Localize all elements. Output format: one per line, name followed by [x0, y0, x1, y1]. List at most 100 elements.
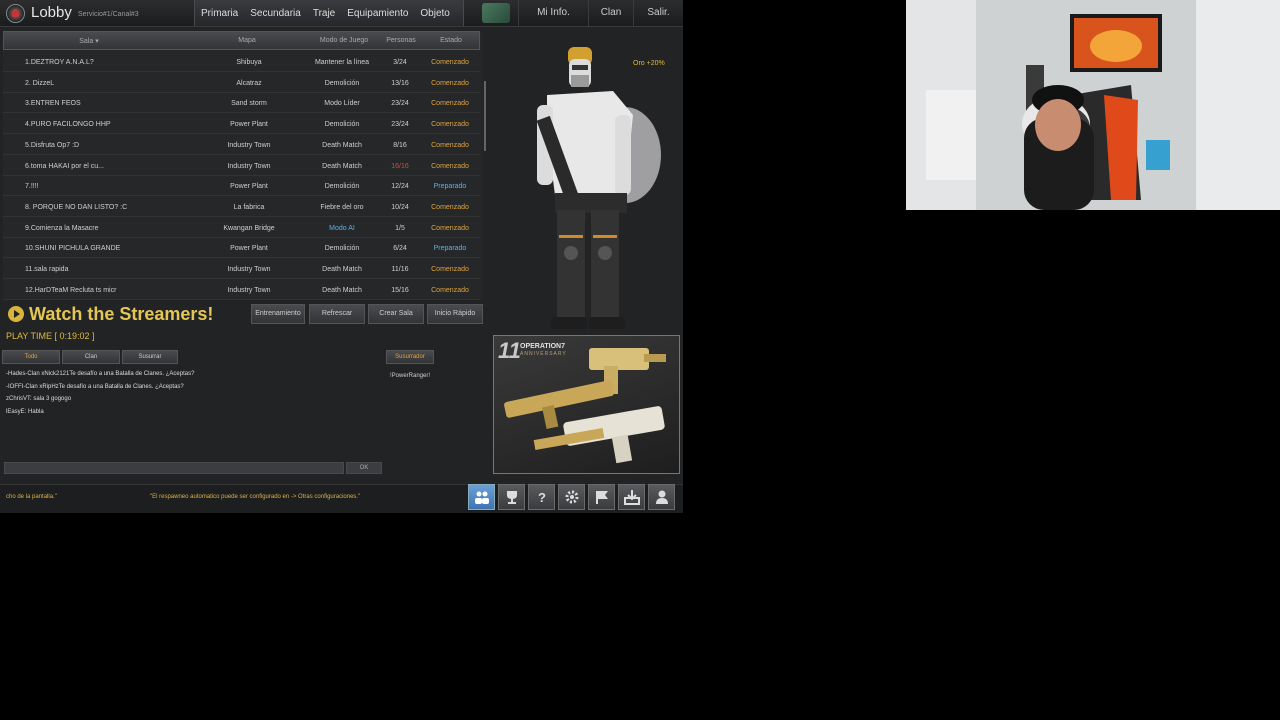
- clan-flag-button[interactable]: [588, 484, 615, 510]
- table-row[interactable]: 7.!!!! Power Plant Demolición 12/24 Preparad…: [3, 176, 480, 197]
- state-cell: Comenzado: [431, 141, 469, 149]
- map-cell: Power Plant: [230, 245, 268, 253]
- room-name-cell: 8. PORQUE NO DAN LISTO? :C: [25, 203, 128, 211]
- clan-emblem-icon[interactable]: [482, 3, 510, 23]
- state-cell: Comenzado: [431, 203, 469, 211]
- table-scrollbar[interactable]: [484, 81, 486, 151]
- room-name-cell: 5.Disfruta Op7 :D: [25, 141, 80, 149]
- create-room-button[interactable]: Crear Sala: [368, 304, 424, 324]
- players-cell: 11/16: [391, 266, 409, 273]
- players-cell: 1/5: [395, 224, 405, 232]
- nav-primary[interactable]: Primaria: [195, 8, 244, 19]
- chat-send-button[interactable]: OK: [346, 462, 382, 474]
- chat-log: -Hades-Clan xNick2121Te desafío a una Ba…: [6, 371, 386, 422]
- profile-button[interactable]: [648, 484, 675, 510]
- table-row[interactable]: 2. DizzeL Alcatraz Demolición 13/16 Comenzad…: [3, 73, 480, 93]
- chat-tab-whisper[interactable]: Susurrar: [122, 350, 178, 364]
- friends-icon: [474, 491, 489, 504]
- nav-clan[interactable]: Clan: [588, 0, 633, 26]
- players-cell: 23/24: [391, 100, 409, 108]
- header-map[interactable]: Mapa: [222, 37, 272, 44]
- play-icon: [8, 306, 24, 322]
- state-cell: Comenzado: [431, 59, 469, 66]
- chat-input[interactable]: [4, 462, 344, 474]
- room-list-table: Sala ▾ Mapa Modo de Juego Personas Estad…: [3, 31, 486, 300]
- room-name-cell: 4.PURO FACILONGO HHP: [25, 121, 111, 129]
- watch-streamers-banner[interactable]: Watch the Streamers!: [8, 304, 213, 324]
- header-players[interactable]: Personas: [376, 37, 426, 44]
- header-mode[interactable]: Modo de Juego: [304, 37, 384, 44]
- table-row[interactable]: 10.SHUNI PICHULA GRANDE Power Plant Demoli…: [3, 238, 480, 259]
- right-nav: Mi Info. Clan Salir.: [518, 0, 683, 26]
- gear-icon: [565, 490, 578, 504]
- table-row[interactable]: 8. PORQUE NO DAN LISTO? :C La fabrica Fieb…: [3, 197, 480, 217]
- table-row[interactable]: 12.HarDTeaM Recluta ts micr Industry Town…: [3, 280, 480, 300]
- map-cell: Kwangan Bridge: [223, 224, 275, 232]
- ticker-text: "El respawneo automatico puede ser confi…: [150, 494, 361, 500]
- map-cell: Industry Town: [227, 162, 271, 170]
- state-cell: Comenzado: [431, 266, 469, 273]
- room-name-cell: 12.HarDTeaM Recluta ts micr: [25, 286, 117, 294]
- nav-equipment[interactable]: Equipamiento: [341, 8, 414, 19]
- promo-weapons-image: [504, 348, 666, 464]
- chat-tab-all[interactable]: Todo: [2, 350, 60, 364]
- map-cell: Alcatraz: [236, 79, 262, 87]
- chat-tab-clan[interactable]: Clan: [62, 350, 120, 364]
- ranking-button[interactable]: [498, 484, 525, 510]
- players-cell: 6/24: [393, 245, 407, 253]
- settings-button[interactable]: [558, 484, 585, 510]
- help-icon: ?: [538, 490, 546, 505]
- room-name-cell: 2. DizzeL: [25, 79, 55, 87]
- chat-message: -Hades-Clan xNick2121Te desafío a una Ba…: [6, 371, 195, 377]
- table-row[interactable]: 1.DEZTROY A.N.A.L? Shibuya Mantener la lín…: [3, 52, 480, 72]
- state-cell: Comenzado: [431, 121, 469, 129]
- ticker-text-left: cho de la pantalla.": [6, 494, 57, 500]
- players-cell: 3/24: [393, 59, 407, 66]
- refresh-button[interactable]: Refrescar: [309, 304, 365, 324]
- anniversary-promo-banner[interactable]: 11 OPERATION7 ANNIVERSARY: [493, 335, 680, 474]
- players-cell: 12/24: [391, 183, 409, 191]
- room-name-cell: 3.ENTREN FEOS: [25, 100, 81, 108]
- players-cell: 13/16: [391, 79, 409, 87]
- table-row[interactable]: 4.PURO FACILONGO HHP Power Plant Demolició…: [3, 114, 480, 135]
- state-cell: Comenzado: [431, 100, 469, 108]
- room-name-cell: 10.SHUNI PICHULA GRANDE: [25, 245, 121, 253]
- friends-button[interactable]: [468, 484, 495, 510]
- players-cell: 16/16: [391, 162, 409, 170]
- game-logo-icon: [6, 4, 25, 23]
- svg-text:?: ?: [538, 490, 546, 505]
- nav-exit[interactable]: Salir.: [633, 0, 683, 26]
- room-name-cell: 7.!!!!: [25, 183, 39, 191]
- trophy-icon: [506, 491, 517, 504]
- state-cell: Comenzado: [431, 224, 469, 232]
- help-button[interactable]: ?: [528, 484, 555, 510]
- table-row[interactable]: 5.Disfruta Op7 :D Industry Town Death Matc…: [3, 135, 480, 155]
- state-cell: Comenzado: [431, 162, 469, 170]
- game-lobby-window: Lobby Servicio#1/Canal#3 Primaria Secund…: [0, 0, 683, 513]
- table-row[interactable]: 11.sala rapida Industry Town Death Match 11…: [3, 259, 480, 279]
- header-room[interactable]: Sala ▾: [64, 37, 114, 45]
- profile-icon: [655, 490, 668, 504]
- table-header: Sala ▾ Mapa Modo de Juego Personas Estad…: [3, 31, 480, 50]
- training-button[interactable]: Entrenamiento: [251, 304, 305, 324]
- nav-item[interactable]: Objeto: [414, 8, 455, 19]
- nav-suit[interactable]: Traje: [307, 8, 341, 19]
- table-row[interactable]: 6.toma HAKAI por el cu... Industry Town De…: [3, 156, 480, 176]
- top-bar: Lobby Servicio#1/Canal#3 Primaria Secund…: [0, 0, 683, 27]
- quick-start-button[interactable]: Inicio Rápido: [427, 304, 483, 324]
- room-name-cell: 6.toma HAKAI por el cu...: [25, 162, 104, 170]
- header-state[interactable]: Estado: [426, 37, 476, 44]
- chat-message: zChrisVT: sala 3 gogogo: [6, 396, 72, 403]
- chat-message: -IOFFI-Clan xRipHzTe desafío a una Batal…: [6, 383, 184, 390]
- table-row[interactable]: 3.ENTREN FEOS Sand storm Modo Líder 23/24 Co…: [3, 93, 480, 114]
- state-cell: Comenzado: [431, 286, 469, 294]
- nav-secondary[interactable]: Secundaria: [244, 8, 307, 19]
- map-cell: Sand storm: [231, 100, 267, 108]
- nav-my-info[interactable]: Mi Info.: [518, 0, 588, 26]
- whisper-list-tab[interactable]: Susurrador: [386, 350, 434, 364]
- map-cell: Industry Town: [227, 141, 271, 149]
- whisper-target[interactable]: !PowerRanger!: [390, 373, 430, 379]
- inventory-button[interactable]: [618, 484, 645, 510]
- room-name-cell: 11.sala rapida: [25, 266, 69, 273]
- table-row[interactable]: 9.Comienza la Masacre Kwangan Bridge Modo …: [3, 218, 480, 238]
